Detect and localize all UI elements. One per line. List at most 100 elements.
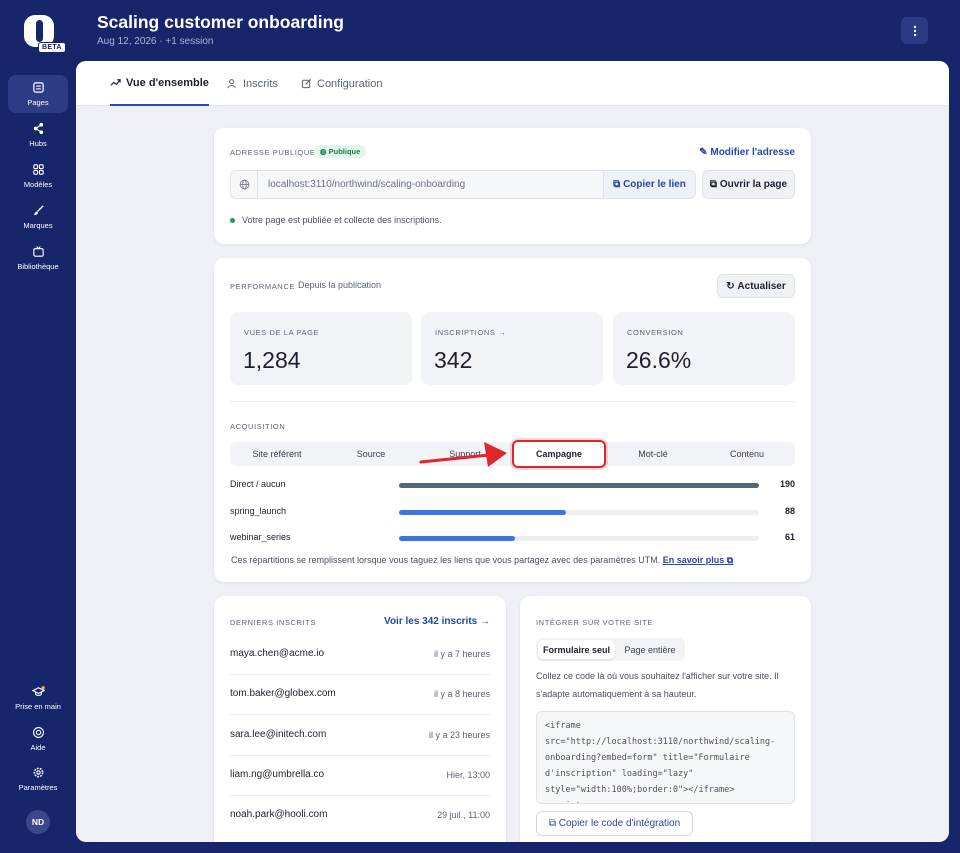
signup-time: il y a 8 heures <box>433 689 490 699</box>
learn-more-link[interactable]: En savoir plus ⧉ <box>663 555 733 565</box>
tab-inscrits[interactable]: Inscrits <box>227 61 278 106</box>
edit-address-label: Modifier l'adresse <box>710 147 795 158</box>
acquisition-row: spring_launch 88 <box>230 506 795 520</box>
view-all-signups-link[interactable]: Voir les 342 inscrits → <box>384 616 490 627</box>
signup-time: Hier, 13:00 <box>446 770 490 780</box>
acq-tab-content[interactable]: Contenu <box>700 442 794 466</box>
signup-row[interactable]: liam.ng@umbrella.co Hier, 13:00 <box>230 756 490 796</box>
sidebar-item-label: Prise en main <box>15 702 61 711</box>
embed-code-block[interactable]: <iframe src="http://localhost:3110/north… <box>536 711 795 804</box>
app-logo[interactable]: BETA <box>22 15 66 55</box>
copy-icon: ⧉ <box>613 179 624 190</box>
sidebar-item-marques[interactable]: Marques <box>8 198 68 236</box>
stat-value: 342 <box>434 347 473 373</box>
acq-tab-referrer[interactable]: Site référent <box>230 442 324 466</box>
kebab-menu-icon <box>913 25 916 36</box>
tab-label: Configuration <box>317 77 383 90</box>
tab-bar: Vue d'ensemble Inscrits Configuration <box>76 61 949 106</box>
embed-option-page[interactable]: Page entière <box>617 640 683 659</box>
acq-bar-track <box>399 536 759 541</box>
external-link-icon: ⧉ <box>726 555 734 565</box>
refresh-label: Actualiser <box>737 280 786 292</box>
annotation-arrow-icon <box>419 442 507 467</box>
lifebuoy-icon <box>32 727 44 738</box>
acq-bar-track <box>399 510 759 515</box>
globe-icon: ◍ <box>320 147 329 156</box>
signup-time: 29 juil., 11:00 <box>437 810 490 820</box>
publish-status: Votre page est publiée et collecte des i… <box>230 215 442 225</box>
trend-icon <box>110 79 121 86</box>
sidebar-item-modeles[interactable]: Modèles <box>8 157 68 195</box>
sidebar-item-label: Bibliothèque <box>17 262 59 271</box>
public-url-input[interactable]: localhost:3110/northwind/scaling-onboard… <box>268 179 465 190</box>
visibility-badge: ◍ Publique <box>315 145 367 158</box>
signup-row[interactable]: noah.park@hooli.com 29 juil., 11:00 <box>230 796 490 836</box>
embed-option-form[interactable]: Formulaire seul <box>538 640 615 659</box>
signup-time: il y a 23 heures <box>428 730 490 740</box>
acq-bar <box>399 536 515 541</box>
acq-bar-track <box>399 483 759 488</box>
stat-label: INSCRIPTIONS → <box>435 328 507 337</box>
open-page-label: Ouvrir la page <box>719 179 788 190</box>
acquisition-row: Direct / aucun 190 <box>230 479 795 493</box>
users-icon <box>227 79 236 89</box>
open-page-button[interactable]: ⧉ Ouvrir la page <box>702 170 795 199</box>
copy-embed-code-button[interactable]: ⧉ Copier le code d'intégration <box>536 811 693 836</box>
sidebar-item-label: Hubs <box>29 139 47 148</box>
acq-tab-keyword[interactable]: Mot-clé <box>606 442 700 466</box>
stat-page-views: VUES DE LA PAGE 1,284 <box>230 312 412 385</box>
signup-row[interactable]: maya.chen@acme.io il y a 7 heures <box>230 635 490 675</box>
brush-icon <box>33 205 44 216</box>
sidebar-item-label: Aide <box>30 743 46 752</box>
refresh-button[interactable]: ↻ Actualiser <box>717 274 795 298</box>
sidebar-item-aide[interactable]: Aide <box>8 720 68 758</box>
embed-description: Collez ce code là où vous souhaitez l'af… <box>536 671 779 699</box>
section-label: DERNIERS INSCRITS <box>230 618 317 627</box>
sidebar-item-pages[interactable]: Pages <box>8 75 68 113</box>
sidebar-item-label: Pages <box>27 98 49 107</box>
sidebar: BETA Pages Hubs Modèles Marques Biblioth… <box>0 0 76 853</box>
stat-value: 26.6% <box>626 347 692 373</box>
signup-email: noah.park@hooli.com <box>230 809 328 820</box>
signup-row[interactable]: tom.baker@globex.com il y a 8 heures <box>230 675 490 715</box>
external-link-icon: ⧉ <box>709 179 720 190</box>
status-dot-icon <box>230 217 235 223</box>
publish-status-text: Votre page est publiée et collecte des i… <box>242 215 442 225</box>
tab-configuration[interactable]: Configuration <box>301 61 382 106</box>
copy-link-button[interactable]: ⧉ Copier le lien <box>603 171 695 198</box>
acq-row-value: 190 <box>779 479 795 489</box>
sidebar-item-bibliotheque[interactable]: Bibliothèque <box>8 239 68 277</box>
acq-bar <box>399 483 759 488</box>
user-avatar[interactable]: ND <box>26 810 50 834</box>
copy-icon: ⧉ <box>548 818 559 829</box>
sidebar-item-hubs[interactable]: Hubs <box>8 116 68 154</box>
edit-icon: ✎ <box>699 147 711 158</box>
signup-row[interactable]: sara.lee@initech.com il y a 23 heures <box>230 716 490 756</box>
stat-signups[interactable]: INSCRIPTIONS → 342 <box>421 312 603 385</box>
acq-bar <box>399 510 566 515</box>
acq-tab-source[interactable]: Source <box>324 442 418 466</box>
embed-card: INTÉGRER SUR VOTRE SITE Formulaire seul … <box>520 596 811 842</box>
tab-overview[interactable]: Vue d'ensemble <box>110 61 209 106</box>
stat-conversion: CONVERSION 26.6% <box>613 312 795 385</box>
stat-value: 1,284 <box>243 347 301 373</box>
globe-icon <box>239 179 249 190</box>
acq-tab-campaign[interactable]: Campagne <box>512 440 606 468</box>
recent-signups-card: DERNIERS INSCRITS Voir les 342 inscrits … <box>214 596 506 842</box>
section-label: PERFORMANCE <box>230 282 295 291</box>
sidebar-item-label: Paramètres <box>18 783 58 792</box>
section-label: INTÉGRER SUR VOTRE SITE <box>536 618 654 627</box>
acq-row-value: 88 <box>784 506 795 516</box>
sidebar-item-prise-en-main[interactable]: Prise en main <box>8 679 68 717</box>
signup-email: sara.lee@initech.com <box>230 729 327 740</box>
learn-more-label: En savoir plus <box>662 555 725 565</box>
period-label: Depuis la publication <box>298 280 382 290</box>
url-field: localhost:3110/northwind/scaling-onboard… <box>230 170 696 199</box>
sidebar-item-parametres[interactable]: Paramètres <box>8 760 68 798</box>
more-options-button[interactable] <box>901 17 928 44</box>
divider <box>230 401 795 402</box>
main-panel: Vue d'ensemble Inscrits Configuration AD… <box>76 61 949 842</box>
utm-note: Ces répartitions se remplissent lorsque … <box>231 555 733 566</box>
edit-address-link[interactable]: ✎ Modifier l'adresse <box>699 147 795 158</box>
utm-note-text: Ces répartitions se remplissent lorsque … <box>231 555 661 565</box>
